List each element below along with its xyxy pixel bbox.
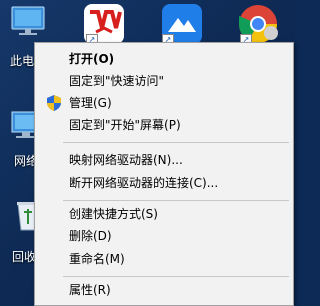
- menu-item-label: 删除(D): [69, 229, 112, 243]
- uac-shield-icon: [47, 95, 61, 111]
- menu-item-map-network-drive[interactable]: 映射网络驱动器(N)...: [35, 149, 293, 171]
- menu-item-label: 打开(O): [69, 52, 115, 66]
- menu-item-rename[interactable]: 重命名(M): [35, 248, 293, 270]
- recycle-bin-label: 回收: [12, 250, 37, 264]
- menu-item-label: 映射网络驱动器(N)...: [69, 153, 183, 167]
- menu-item-manage[interactable]: 管理(G): [35, 92, 293, 114]
- context-menu: 打开(O) 固定到"快速访问" 管理(G) 固定到"开始"屏幕(P) 映射网络驱…: [34, 42, 294, 306]
- menu-separator: [63, 200, 289, 201]
- menu-item-disconnect-network-drive[interactable]: 断开网络驱动器的连接(C)...: [35, 172, 293, 194]
- menu-item-open[interactable]: 打开(O): [35, 48, 293, 70]
- menu-item-label: 管理(G): [69, 96, 112, 110]
- menu-item-label: 创建快捷方式(S): [69, 207, 158, 221]
- menu-separator: [63, 276, 289, 277]
- menu-item-label: 固定到"开始"屏幕(P): [69, 118, 181, 132]
- user-avatar-icon: [264, 26, 278, 40]
- menu-item-pin-start[interactable]: 固定到"开始"屏幕(P): [35, 114, 293, 136]
- menu-separator: [63, 142, 289, 143]
- menu-item-delete[interactable]: 删除(D): [35, 225, 293, 247]
- menu-item-label: 属性(R): [69, 283, 111, 297]
- menu-item-create-shortcut[interactable]: 创建快捷方式(S): [35, 203, 293, 225]
- menu-item-label: 断开网络驱动器的连接(C)...: [69, 176, 219, 190]
- menu-item-label: 重命名(M): [69, 252, 125, 266]
- menu-item-label: 固定到"快速访问": [69, 74, 165, 88]
- this-pc-label: 此电: [10, 54, 35, 68]
- menu-item-pin-quick-access[interactable]: 固定到"快速访问": [35, 70, 293, 92]
- menu-item-properties[interactable]: 属性(R): [35, 279, 293, 301]
- monitor-icon: [11, 6, 45, 35]
